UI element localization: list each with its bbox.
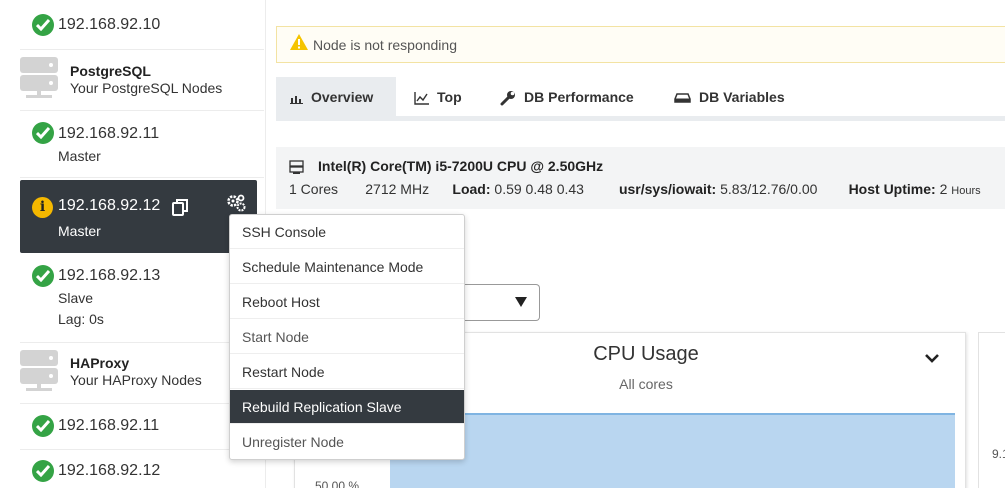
check-icon [32, 14, 54, 36]
tab-label: Top [437, 89, 462, 105]
tab-label: Overview [311, 89, 374, 105]
node-item[interactable]: 192.168.92.11 Master [20, 111, 264, 178]
node-item[interactable]: 192.168.92.11 [20, 404, 264, 450]
tab-label: DB Performance [524, 89, 634, 105]
node-ip: 192.168.92.10 [58, 16, 161, 33]
iowait-value: 5.83/12.76/0.00 [720, 181, 818, 197]
chevron-down-icon[interactable] [925, 353, 939, 363]
hdd-icon [674, 93, 691, 104]
side-chart-card [978, 332, 1005, 488]
cpu-mhz: 2712 MHz [365, 181, 430, 197]
tab-bar: Overview Top DB Performance DB Variables [276, 77, 1005, 121]
group-subtitle: Your PostgreSQL Nodes [70, 80, 223, 96]
node-ip: 192.168.92.11 [58, 125, 160, 142]
tab-top[interactable]: Top [414, 77, 462, 116]
check-icon [32, 265, 54, 287]
uptime-label: Host Uptime: [848, 181, 936, 197]
alert-text: Node is not responding [313, 37, 457, 53]
node-ip: 192.168.92.11 [58, 417, 160, 434]
node-role: Master [58, 223, 101, 239]
warning-icon [290, 34, 308, 50]
menu-item-rebuild-replication-slave[interactable]: Rebuild Replication Slave [230, 390, 464, 424]
cpu-info-panel: Intel(R) Core(TM) i5-7200U CPU @ 2.50GHz… [276, 147, 1005, 209]
cpu-name: Intel(R) Core(TM) i5-7200U CPU @ 2.50GHz [318, 158, 604, 174]
group-subtitle: Your HAProxy Nodes [70, 372, 202, 388]
server-icon [20, 57, 58, 98]
server-icon [20, 350, 58, 391]
node-ip: 192.168.92.13 [58, 267, 161, 284]
check-icon [32, 122, 54, 144]
group-header-postgresql[interactable]: PostgreSQL Your PostgreSQL Nodes [20, 50, 264, 111]
group-title: HAProxy [70, 355, 130, 371]
copy-icon[interactable] [172, 199, 188, 216]
node-role: Slave [58, 290, 94, 306]
menu-item-restart-node[interactable]: Restart Node [230, 355, 464, 389]
load-label: Load: [452, 181, 491, 197]
gears-icon[interactable] [226, 193, 248, 213]
tab-db-variables[interactable]: DB Variables [674, 77, 785, 116]
load-value: 0.59 0.48 0.43 [494, 181, 584, 197]
bar-chart-icon [290, 95, 303, 104]
node-item[interactable]: 192.168.92.10 [20, 0, 264, 50]
check-icon [32, 460, 54, 482]
menu-item-schedule-maintenance[interactable]: Schedule Maintenance Mode [230, 250, 464, 284]
uptime-value: 2 [939, 181, 948, 197]
y-tick-label: 50.00 % [315, 479, 360, 488]
tab-label: DB Variables [699, 89, 785, 105]
group-header-haproxy[interactable]: HAProxy Your HAProxy Nodes [20, 343, 264, 404]
uptime-unit: Hours [951, 185, 981, 197]
tab-overview[interactable]: Overview [276, 77, 396, 116]
node-item[interactable]: 192.168.92.13 Slave Lag: 0s [20, 253, 264, 343]
caret-down-icon [515, 297, 527, 307]
cpu-stats: 1 Cores 2712 MHz Load: 0.59 0.48 0.43 us… [289, 181, 981, 197]
node-actions-menu: SSH Console Schedule Maintenance Mode Re… [229, 214, 465, 460]
menu-item-reboot-host[interactable]: Reboot Host [230, 285, 464, 319]
cpu-cores: 1 Cores [289, 181, 339, 197]
alert-banner: Node is not responding [276, 26, 1005, 63]
check-icon [32, 415, 54, 437]
side-chart-label: 9.1 [992, 447, 1005, 461]
node-sidebar: 192.168.92.10 PostgreSQL Your PostgreSQL… [0, 0, 266, 488]
tab-db-performance[interactable]: DB Performance [500, 77, 634, 116]
iowait-label: usr/sys/iowait: [618, 181, 717, 197]
node-item[interactable]: 192.168.92.12 [20, 450, 264, 488]
node-ip: 192.168.92.12 [58, 197, 161, 214]
core-select[interactable] [456, 284, 540, 321]
menu-item-start-node[interactable]: Start Node [230, 320, 464, 354]
node-lag: Lag: 0s [58, 311, 104, 327]
node-item-selected[interactable]: i 192.168.92.12 Master [20, 180, 257, 253]
server-small-icon [289, 160, 304, 174]
info-icon: i [32, 197, 53, 218]
menu-item-ssh-console[interactable]: SSH Console [230, 215, 464, 249]
menu-item-unregister-node[interactable]: Unregister Node [230, 425, 464, 459]
node-role: Master [58, 148, 101, 164]
node-ip: 192.168.92.12 [58, 462, 161, 479]
chart-area-series [390, 413, 955, 488]
group-title: PostgreSQL [70, 63, 151, 79]
wrench-icon [500, 91, 515, 106]
line-chart-icon [414, 91, 429, 105]
